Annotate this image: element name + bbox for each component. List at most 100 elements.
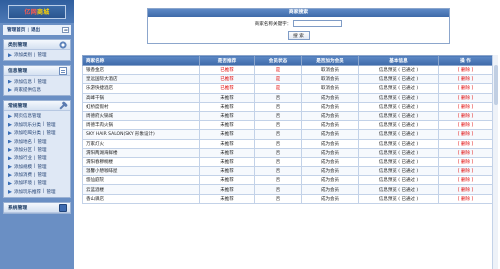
recommend-cell[interactable]: 未推荐: [199, 175, 255, 186]
category-panel-header[interactable]: 类别管理: [4, 40, 70, 50]
delete-action-cell[interactable]: [ 删除 ]: [438, 184, 493, 195]
info-preview-cell[interactable]: 信息预览 ( 已通过 ): [358, 92, 439, 103]
sidebar-item: 添加规模 | 管理: [4, 163, 70, 171]
table-row: 渭阳春穆桐楼 未推荐否成为会员 信息预览 ( 已通过 )[ 删除 ]: [82, 156, 493, 168]
delete-action-cell[interactable]: [ 删除 ]: [438, 83, 493, 94]
info-preview-cell[interactable]: 信息预览 ( 已通过 ): [358, 101, 439, 112]
info-panel-header[interactable]: 信息管理: [4, 66, 70, 77]
recommend-cell[interactable]: 未推荐: [199, 156, 255, 168]
member-action-cell[interactable]: 成为会员: [301, 184, 359, 195]
sidebar-link-primary[interactable]: 添加消费: [14, 172, 32, 178]
info-preview-cell[interactable]: 信息预览 ( 已通过 ): [358, 110, 439, 122]
sidebar-link-primary[interactable]: 添加吃喝分类: [14, 130, 41, 136]
recommend-cell[interactable]: 未推荐: [199, 166, 255, 177]
collapse-sidebar-button[interactable]: ◂◂: [62, 27, 69, 33]
monitor-icon: [59, 203, 67, 212]
member-action-cell[interactable]: 成为会员: [301, 110, 359, 122]
member-action-cell[interactable]: 成为会员: [301, 147, 359, 158]
recommend-cell[interactable]: 未推荐: [199, 138, 255, 149]
member-action-cell[interactable]: 取消会员: [301, 74, 359, 85]
info-preview-cell[interactable]: 信息预览 ( 已通过 ): [358, 74, 439, 85]
sidebar-item: 添加玩乐分类 | 管理: [4, 121, 70, 129]
info-preview-cell[interactable]: 信息预览 ( 已通过 ): [358, 129, 439, 140]
member-action-cell[interactable]: 成为会员: [301, 138, 359, 149]
member-action-cell[interactable]: 取消会员: [301, 64, 359, 76]
info-preview-cell[interactable]: 信息预览 ( 已通过 ): [358, 147, 439, 158]
member-action-cell[interactable]: 成为会员: [301, 156, 359, 168]
delete-action-cell[interactable]: [ 删除 ]: [438, 120, 493, 131]
recommend-cell[interactable]: 未推荐: [199, 110, 255, 122]
recommend-cell[interactable]: 未推荐: [199, 193, 255, 204]
recommend-cell[interactable]: 未推荐: [199, 147, 255, 158]
info-preview-cell[interactable]: 信息预览 ( 已通过 ): [358, 64, 439, 76]
delete-action-cell[interactable]: [ 删除 ]: [438, 92, 493, 103]
sidebar-link-manage[interactable]: 管理: [38, 139, 47, 145]
add-info-link[interactable]: 添加信息: [14, 79, 32, 85]
member-action-cell[interactable]: 成为会员: [301, 193, 359, 204]
search-input[interactable]: [293, 20, 343, 27]
info-preview-cell[interactable]: 信息预览 ( 已通过 ): [358, 83, 439, 94]
info-preview-cell[interactable]: 信息预览 ( 已通过 ): [358, 166, 439, 177]
add-category-link[interactable]: 添加类别: [14, 52, 32, 58]
sidebar-link-primary[interactable]: 添加地名: [14, 139, 32, 145]
table-scrollbar[interactable]: [492, 55, 498, 269]
info-preview-cell[interactable]: 信息预览 ( 已通过 ): [358, 184, 439, 195]
delete-action-cell[interactable]: [ 删除 ]: [438, 110, 493, 122]
info-preview-cell[interactable]: 信息预览 ( 已通过 ): [358, 120, 439, 131]
sidebar-link-manage[interactable]: 管理: [38, 147, 47, 153]
sidebar-link-manage[interactable]: 管理: [38, 164, 47, 170]
recommend-cell[interactable]: 未推荐: [199, 120, 255, 131]
delete-action-cell[interactable]: [ 删除 ]: [438, 101, 493, 112]
sidebar-link-primary[interactable]: 添加规模: [14, 164, 32, 170]
sidebar-link-manage[interactable]: 管理: [38, 172, 47, 178]
sidebar-link-primary[interactable]: 添加环境: [14, 180, 32, 186]
recommend-cell[interactable]: 未推荐: [199, 101, 255, 112]
delete-action-cell[interactable]: [ 删除 ]: [438, 166, 493, 177]
sidebar-link-primary[interactable]: 添加玩乐推荐: [14, 189, 41, 195]
manage-info-link[interactable]: 管理: [38, 79, 47, 85]
recommend-cell[interactable]: 未推荐: [199, 129, 255, 140]
delete-action-cell[interactable]: [ 删除 ]: [438, 138, 493, 149]
info-preview-cell[interactable]: 信息预览 ( 已通过 ): [358, 193, 439, 204]
member-action-cell[interactable]: 成为会员: [301, 120, 359, 131]
recommend-cell[interactable]: 已推荐: [199, 74, 255, 85]
member-status-cell: 否: [254, 101, 302, 112]
recommend-cell[interactable]: 已推荐: [199, 64, 255, 76]
recommend-cell[interactable]: 未推荐: [199, 184, 255, 195]
delete-action-cell[interactable]: [ 删除 ]: [438, 147, 493, 158]
sidebar-link-primary[interactable]: 添加玩乐分类: [14, 122, 41, 128]
search-button[interactable]: 搜 索: [287, 31, 310, 40]
delete-action-cell[interactable]: [ 删除 ]: [438, 156, 493, 168]
info-preview-cell[interactable]: 信息预览 ( 已通过 ): [358, 175, 439, 186]
sidebar-link-manage[interactable]: 管理: [47, 189, 56, 195]
sidebar-link-manage[interactable]: 管理: [47, 130, 56, 136]
delete-action-cell[interactable]: [ 删除 ]: [438, 175, 493, 186]
sidebar-link-manage[interactable]: 管理: [38, 180, 47, 186]
member-action-cell[interactable]: 成为会员: [301, 166, 359, 177]
sidebar-link-primary[interactable]: 网页信息管理: [14, 113, 41, 119]
sidebar-link-manage[interactable]: 管理: [47, 122, 56, 128]
logout-link[interactable]: 退出: [31, 27, 40, 33]
delete-action-cell[interactable]: [ 删除 ]: [438, 64, 493, 76]
info-preview-cell[interactable]: 信息预览 ( 已通过 ): [358, 138, 439, 149]
delete-action-cell[interactable]: [ 删除 ]: [438, 74, 493, 85]
member-action-cell[interactable]: 取消会员: [301, 83, 359, 94]
recommend-cell[interactable]: 已推荐: [199, 83, 255, 94]
member-action-cell[interactable]: 成为会员: [301, 129, 359, 140]
sidebar-link-primary[interactable]: 添加分区: [14, 147, 32, 153]
delete-action-cell[interactable]: [ 删除 ]: [438, 129, 493, 140]
member-action-cell[interactable]: 成为会员: [301, 101, 359, 112]
member-action-cell[interactable]: 成为会员: [301, 92, 359, 103]
sidebar-link-primary[interactable]: 添加行业: [14, 155, 32, 161]
system-panel-header[interactable]: 系统管理: [4, 203, 70, 214]
delete-action-cell[interactable]: [ 删除 ]: [438, 193, 493, 204]
member-action-cell[interactable]: 成为会员: [301, 175, 359, 186]
merchant-info-link[interactable]: 商家提供信息: [14, 87, 41, 93]
manage-category-link[interactable]: 管理: [38, 52, 47, 58]
scrollbar-thumb[interactable]: [494, 65, 498, 105]
general-panel-header[interactable]: 常规管理: [4, 101, 70, 112]
info-preview-cell[interactable]: 信息预览 ( 已通过 ): [358, 156, 439, 168]
admin-home-link[interactable]: 管理首页: [7, 27, 25, 33]
recommend-cell[interactable]: 未推荐: [199, 92, 255, 103]
sidebar-link-manage[interactable]: 管理: [38, 155, 47, 161]
